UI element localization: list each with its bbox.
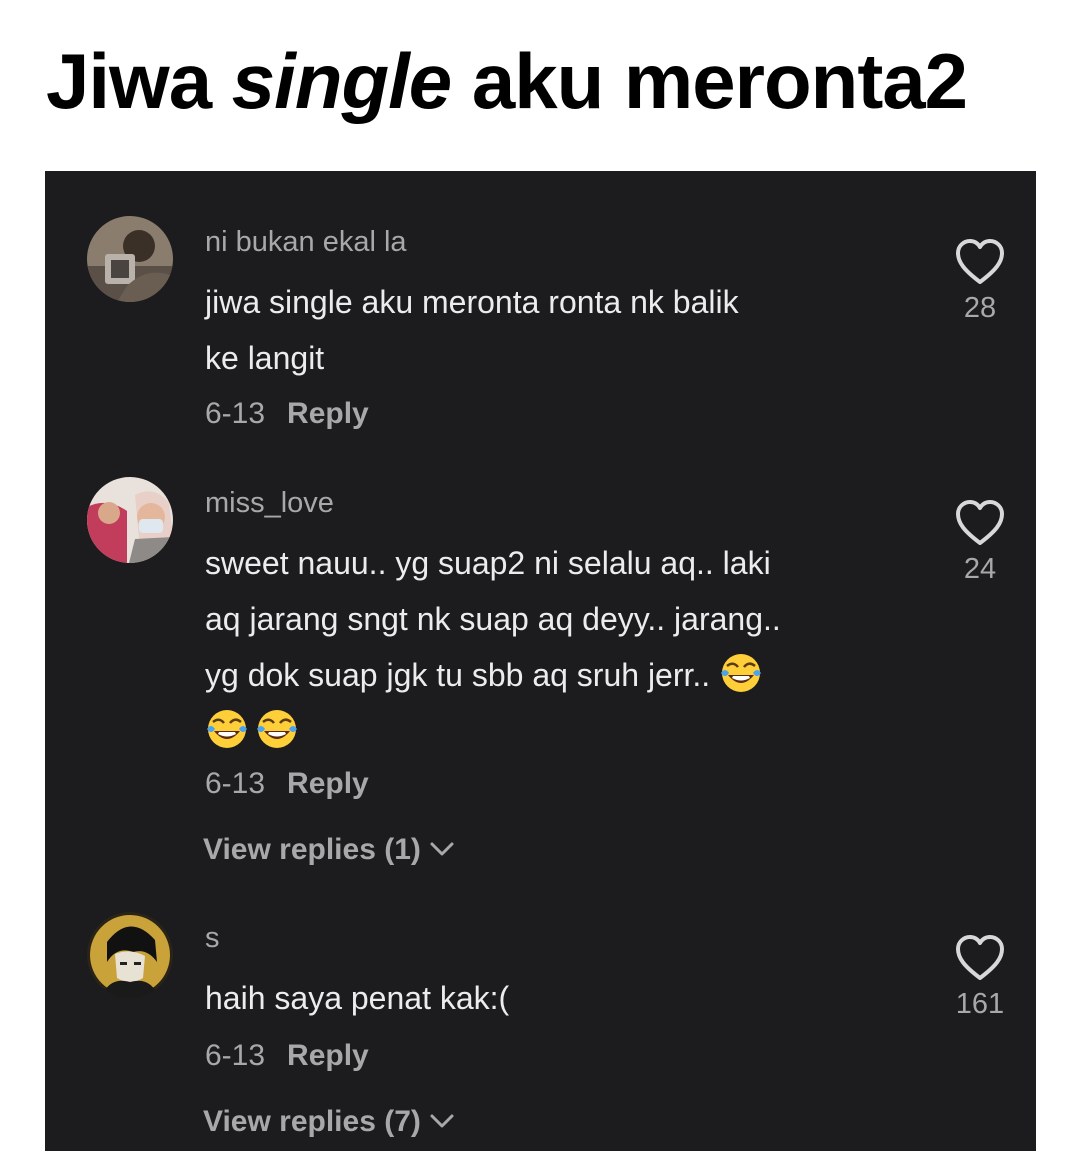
comment-username[interactable]: ni bukan ekal la bbox=[205, 226, 407, 259]
comment-date: 6-13 bbox=[205, 1039, 266, 1072]
view-replies-label: View replies (1) bbox=[203, 833, 421, 866]
face-with-tears-of-joy-icon bbox=[719, 651, 763, 695]
comment-date: 6-13 bbox=[205, 767, 266, 800]
comment-text-line: aq jarang sngt nk suap aq deyy.. jarang.… bbox=[205, 601, 781, 637]
comment-text-line: haih saya penat kak:( bbox=[205, 980, 510, 1016]
comment-date: 6-13 bbox=[205, 397, 266, 430]
chevron-down-icon bbox=[429, 831, 455, 865]
comment-meta: 6-13 Reply bbox=[205, 767, 369, 801]
chevron-down-icon bbox=[429, 1103, 455, 1137]
reply-button[interactable]: Reply bbox=[287, 767, 369, 800]
headline: Jiwa single aku meronta2 bbox=[46, 42, 968, 120]
like-button[interactable]: 24 bbox=[945, 499, 1015, 586]
headline-text-end: aku meronta2 bbox=[451, 37, 968, 125]
comment-text-line: sweet nauu.. yg suap2 ni selalu aq.. lak… bbox=[205, 545, 771, 581]
face-with-tears-of-joy-icon bbox=[205, 707, 249, 751]
avatar[interactable] bbox=[87, 912, 173, 998]
comment-meta: 6-13 Reply bbox=[205, 397, 369, 431]
comment-text: haih saya penat kak:( bbox=[205, 970, 925, 1026]
face-with-tears-of-joy-icon bbox=[255, 707, 299, 751]
like-count: 24 bbox=[963, 553, 997, 585]
reply-button[interactable]: Reply bbox=[287, 1039, 369, 1072]
headline-text: Jiwa bbox=[46, 37, 232, 125]
view-replies-button[interactable]: View replies (7) bbox=[203, 1103, 455, 1139]
comments-panel: ni bukan ekal la jiwa single aku meronta… bbox=[45, 171, 1036, 1151]
comment-meta: 6-13 Reply bbox=[205, 1039, 369, 1073]
comment-text-line: yg dok suap jgk tu sbb aq sruh jerr.. bbox=[205, 647, 925, 703]
comment-text-line-content: yg dok suap jgk tu sbb aq sruh jerr.. bbox=[205, 657, 711, 693]
avatar[interactable] bbox=[87, 216, 173, 302]
heart-outline-icon bbox=[956, 500, 1004, 545]
like-button[interactable]: 161 bbox=[945, 934, 1015, 1021]
comment-text-line: jiwa single aku meronta ronta nk balik bbox=[205, 284, 739, 320]
heart-outline-icon bbox=[956, 935, 1004, 980]
headline-italic-word: single bbox=[231, 37, 452, 125]
view-replies-label: View replies (7) bbox=[203, 1105, 421, 1138]
like-count: 161 bbox=[955, 988, 1005, 1020]
like-button[interactable]: 28 bbox=[945, 238, 1015, 325]
comment-text: jiwa single aku meronta ronta nk balik k… bbox=[205, 274, 925, 386]
view-replies-button[interactable]: View replies (1) bbox=[203, 831, 455, 867]
comment-username[interactable]: s bbox=[205, 922, 220, 955]
reply-button[interactable]: Reply bbox=[287, 397, 369, 430]
heart-outline-icon bbox=[956, 239, 1004, 284]
like-count: 28 bbox=[963, 292, 997, 324]
avatar[interactable] bbox=[87, 477, 173, 563]
comment-text-line: ke langit bbox=[205, 340, 325, 376]
comment-text-line bbox=[205, 703, 925, 759]
comment-text: sweet nauu.. yg suap2 ni selalu aq.. lak… bbox=[205, 535, 925, 759]
comment-username[interactable]: miss_love bbox=[205, 487, 334, 520]
